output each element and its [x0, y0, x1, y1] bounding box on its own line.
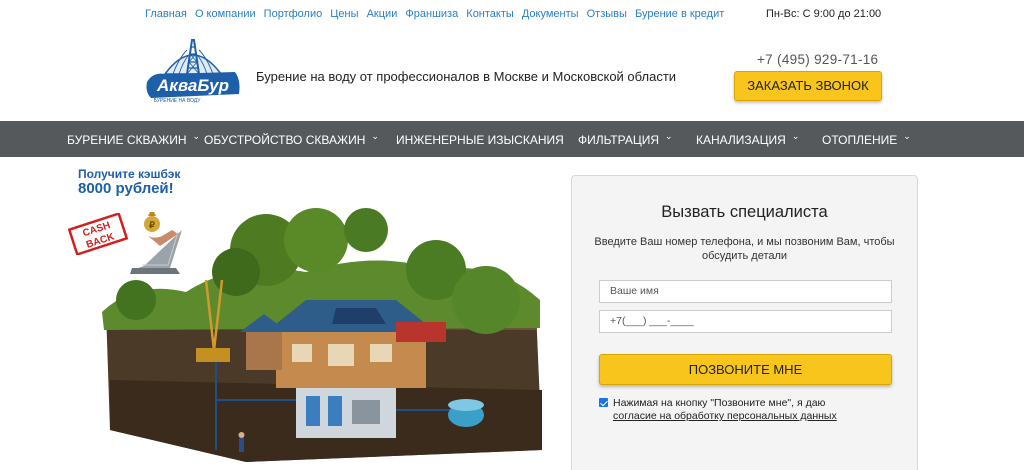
cashback-promo[interactable]: Получите кэшбэк 8000 рублей! [78, 168, 180, 196]
toplink-reviews[interactable]: Отзывы [587, 8, 627, 20]
chevron-down-icon: ⌄ [371, 131, 379, 141]
chevron-down-icon: ⌄ [665, 131, 673, 141]
form-description: Введите Ваш номер телефона, и мы позвони… [594, 236, 895, 262]
top-links: Главная О компании Портфолио Цены Акции … [145, 8, 729, 20]
toplink-prices[interactable]: Цены [330, 8, 358, 20]
chevron-down-icon: ⌄ [192, 131, 201, 141]
nav-item-label: КАНАЛИЗАЦИЯ [696, 133, 786, 147]
toplink-franchise[interactable]: Франшиза [405, 8, 458, 20]
nav-item-label: ОТОПЛЕНИЕ [822, 133, 898, 147]
svg-text:АкваБур: АкваБур [156, 76, 229, 95]
drilling-rig-logo-icon: АкваБур БУРЕНИЕ НА ВОДУ [146, 39, 240, 104]
nav-item-label: ОБУСТРОЙСТВО СКВАЖИН [204, 133, 366, 147]
logo[interactable]: АкваБур БУРЕНИЕ НА ВОДУ [143, 36, 243, 104]
toplink-documents[interactable]: Документы [522, 8, 579, 20]
phone-number[interactable]: +7 (495) 929-71-16 [757, 52, 878, 67]
working-hours: Пн-Вс: С 9:00 до 21:00 [766, 8, 882, 20]
cashback-line1: Получите кэшбэк [78, 167, 181, 181]
nav-item-sewerage[interactable]: КАНАЛИЗАЦИЯ ⌄ [696, 121, 799, 157]
site-tagline: Бурение на воду от профессионалов в Моск… [256, 69, 677, 84]
phone-input[interactable]: +7(___) ___-____ [599, 310, 892, 333]
toplink-portfolio[interactable]: Портфолио [264, 8, 323, 20]
main-nav: БУРЕНИЕ СКВАЖИН ⌄ ОБУСТРОЙСТВО СКВАЖИН ⌄ И… [0, 121, 1024, 157]
toplink-contacts[interactable]: Контакты [466, 8, 514, 20]
consent-text: Нажимая на кнопку "Позвоните мне", я даю… [613, 397, 893, 423]
house-water-system-illustration [102, 208, 542, 462]
toplink-credit[interactable]: Бурение в кредит [635, 8, 724, 20]
call-me-button[interactable]: ПОЗВОНИТЕ МНЕ [599, 354, 892, 385]
cashback-amount: 8000 рублей! [78, 179, 174, 197]
toplink-home[interactable]: Главная [145, 8, 187, 20]
svg-text:БУРЕНИЕ НА ВОДУ: БУРЕНИЕ НА ВОДУ [154, 98, 202, 104]
callback-form: Вызвать специалиста Введите Ваш номер те… [571, 175, 918, 470]
nav-item-engineering-surveys[interactable]: ИНЖЕНЕРНЫЕ ИЗЫСКАНИЯ [396, 121, 564, 157]
chevron-down-icon: ⌄ [791, 131, 800, 141]
chevron-down-icon: ⌄ [903, 131, 911, 141]
consent-checkbox[interactable] [599, 398, 608, 407]
consent-label: Нажимая на кнопку "Позвоните мне", я даю [613, 397, 826, 409]
form-title: Вызвать специалиста [661, 203, 828, 221]
nav-item-label: ФИЛЬТРАЦИЯ [578, 133, 659, 147]
nav-item-label: БУРЕНИЕ СКВАЖИН [67, 133, 187, 147]
nav-item-filtration[interactable]: ФИЛЬТРАЦИЯ ⌄ [578, 121, 673, 157]
nav-item-label: ИНЖЕНЕРНЫЕ ИЗЫСКАНИЯ [396, 133, 564, 147]
nav-item-drilling[interactable]: БУРЕНИЕ СКВАЖИН ⌄ [67, 121, 200, 157]
name-input[interactable]: Ваше имя [599, 280, 892, 303]
nav-item-heating[interactable]: ОТОПЛЕНИЕ ⌄ [822, 121, 911, 157]
order-call-button[interactable]: ЗАКАЗАТЬ ЗВОНОК [734, 71, 882, 101]
consent-link[interactable]: согласие на обработку персональных данны… [613, 410, 837, 422]
nav-item-well-arrangement[interactable]: ОБУСТРОЙСТВО СКВАЖИН ⌄ [204, 121, 379, 157]
toplink-about[interactable]: О компании [195, 8, 256, 20]
toplink-promotions[interactable]: Акции [367, 8, 398, 20]
